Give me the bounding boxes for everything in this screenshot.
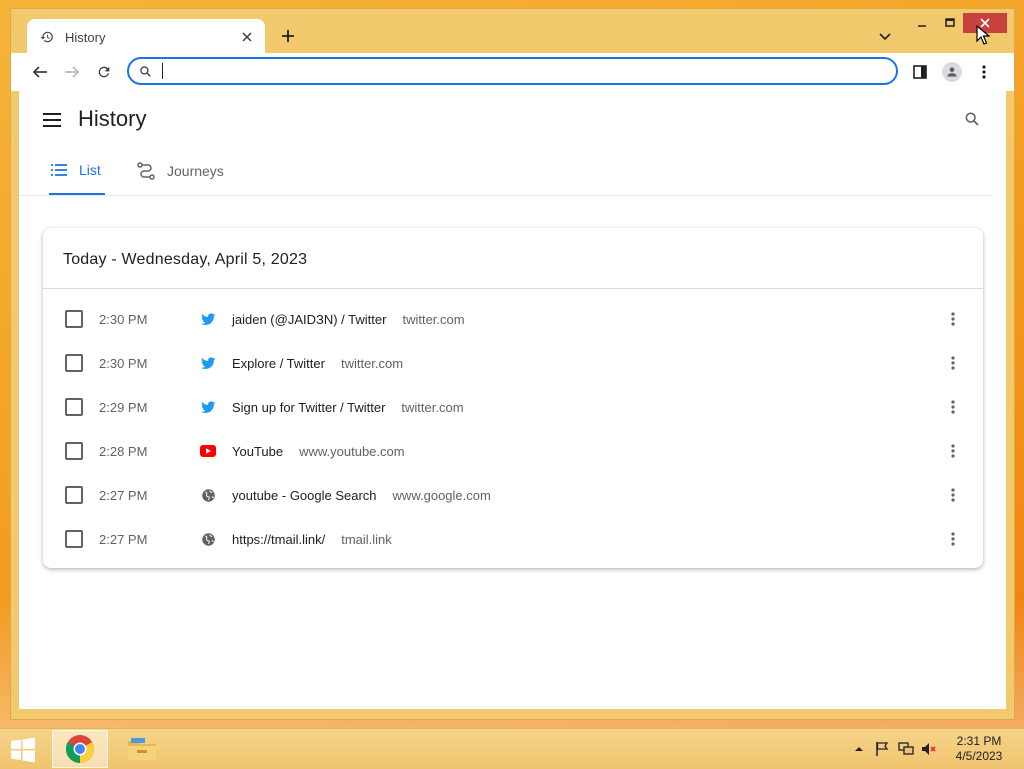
entry-title-link[interactable]: Explore / Twitter bbox=[232, 356, 325, 371]
entry-title-link[interactable]: Sign up for Twitter / Twitter bbox=[232, 400, 385, 415]
tab-journeys-label: Journeys bbox=[167, 163, 224, 179]
text-caret bbox=[162, 63, 163, 79]
entry-title-link[interactable]: https://tmail.link/ bbox=[232, 532, 325, 547]
visit-time: 2:29 PM bbox=[99, 399, 148, 415]
entry-domain: tmail.link bbox=[341, 531, 392, 547]
visit-time: 2:27 PM bbox=[99, 531, 148, 547]
row-checkbox[interactable] bbox=[65, 398, 83, 416]
divider bbox=[43, 288, 983, 289]
row-checkbox[interactable] bbox=[65, 442, 83, 460]
tab-history[interactable]: History bbox=[27, 19, 265, 55]
address-input[interactable] bbox=[173, 62, 896, 80]
minimize-button[interactable] bbox=[911, 13, 933, 33]
side-panel-icon[interactable] bbox=[909, 61, 931, 83]
twitter-icon bbox=[200, 399, 216, 415]
visit-time: 2:30 PM bbox=[99, 355, 148, 371]
visit-time: 2:30 PM bbox=[99, 311, 148, 327]
tab-title: History bbox=[65, 29, 106, 45]
history-entry: Sign up for Twitter / Twitter twitter.co… bbox=[232, 400, 464, 415]
browser-window: History History List Journeys Today - We… bbox=[10, 8, 1015, 720]
entry-domain: www.youtube.com bbox=[299, 443, 405, 459]
more-actions-icon[interactable] bbox=[941, 439, 965, 463]
entry-title-link[interactable]: jaiden (@JAIDЗN) / Twitter bbox=[232, 312, 386, 327]
list-icon bbox=[51, 164, 67, 176]
system-clock[interactable]: 2:31 PM 4/5/2023 bbox=[948, 734, 1010, 764]
history-row: 2:29 PM Sign up for Twitter / Twitter tw… bbox=[43, 385, 983, 429]
entry-domain: twitter.com bbox=[402, 311, 465, 327]
entry-domain: twitter.com bbox=[340, 355, 404, 371]
history-row: 2:30 PM Explore / Twitter twitter.com bbox=[43, 341, 983, 385]
globe-icon bbox=[200, 487, 216, 503]
history-entry: youtube - Google Search www.google.com bbox=[232, 488, 491, 503]
visit-time: 2:28 PM bbox=[99, 443, 148, 459]
youtube-icon bbox=[200, 443, 216, 459]
profile-button[interactable] bbox=[941, 61, 963, 83]
clock-date: 4/5/2023 bbox=[955, 749, 1003, 763]
history-tabs: List Journeys bbox=[19, 147, 993, 196]
row-checkbox[interactable] bbox=[65, 354, 83, 372]
windows-start-icon[interactable] bbox=[8, 737, 38, 763]
row-checkbox[interactable] bbox=[65, 530, 83, 548]
row-checkbox[interactable] bbox=[65, 310, 83, 328]
new-tab-button[interactable] bbox=[277, 25, 299, 47]
history-entry: Explore / Twitter twitter.com bbox=[232, 356, 403, 371]
search-icon bbox=[139, 65, 152, 78]
forward-button[interactable] bbox=[61, 61, 83, 83]
history-row: 2:27 PM youtube - Google Search www.goog… bbox=[43, 473, 983, 517]
history-icon bbox=[39, 29, 55, 45]
network-icon[interactable] bbox=[897, 740, 915, 758]
history-entry: https://tmail.link/ tmail.link bbox=[232, 532, 392, 547]
action-center-flag-icon[interactable] bbox=[873, 740, 891, 758]
hamburger-menu-icon[interactable] bbox=[41, 109, 63, 131]
history-row: 2:27 PM https://tmail.link/ tmail.link bbox=[43, 517, 983, 561]
globe-icon bbox=[200, 531, 216, 547]
back-button[interactable] bbox=[29, 61, 51, 83]
more-actions-icon[interactable] bbox=[941, 483, 965, 507]
history-row: 2:28 PM YouTube www.youtube.com bbox=[43, 429, 983, 473]
entry-domain: www.google.com bbox=[392, 487, 491, 503]
visit-time: 2:27 PM bbox=[99, 487, 148, 503]
twitter-icon bbox=[200, 355, 216, 371]
taskbar: 2:31 PM 4/5/2023 bbox=[0, 728, 1024, 769]
browser-menu-icon[interactable] bbox=[973, 61, 995, 83]
page-title: History bbox=[78, 106, 147, 131]
entry-title-link[interactable]: youtube - Google Search bbox=[232, 488, 377, 503]
more-actions-icon[interactable] bbox=[941, 351, 965, 375]
history-row: 2:30 PM jaiden (@JAIDЗN) / Twitter twitt… bbox=[43, 297, 983, 341]
entry-title-link[interactable]: YouTube bbox=[232, 444, 283, 459]
row-checkbox[interactable] bbox=[65, 486, 83, 504]
more-actions-icon[interactable] bbox=[941, 395, 965, 419]
search-history-icon[interactable] bbox=[961, 108, 983, 130]
history-entry: jaiden (@JAIDЗN) / Twitter twitter.com bbox=[232, 312, 465, 327]
more-actions-icon[interactable] bbox=[941, 527, 965, 551]
twitter-icon bbox=[200, 311, 216, 327]
title-bar: History bbox=[11, 9, 1014, 55]
close-tab-icon[interactable] bbox=[239, 29, 255, 45]
journeys-icon bbox=[137, 162, 155, 180]
volume-muted-icon[interactable] bbox=[920, 740, 938, 758]
browser-toolbar bbox=[11, 53, 1014, 91]
reload-button[interactable] bbox=[93, 61, 115, 83]
date-heading: Today - Wednesday, April 5, 2023 bbox=[63, 251, 308, 268]
tab-list-label: List bbox=[79, 162, 101, 178]
mouse-cursor-icon bbox=[976, 25, 990, 45]
maximize-button[interactable] bbox=[939, 13, 961, 33]
clock-time: 2:31 PM bbox=[956, 734, 1002, 748]
history-entry: YouTube www.youtube.com bbox=[232, 444, 405, 459]
entry-domain: twitter.com bbox=[401, 399, 464, 415]
more-actions-icon[interactable] bbox=[941, 307, 965, 331]
history-card: Today - Wednesday, April 5, 2023 2:30 PM… bbox=[43, 228, 983, 568]
page-header: History bbox=[19, 91, 1006, 147]
taskbar-chrome-icon[interactable] bbox=[52, 730, 108, 768]
history-page: History List Journeys Today - Wednesday,… bbox=[19, 91, 1006, 709]
taskbar-file-explorer-icon[interactable] bbox=[114, 730, 170, 768]
show-hidden-icons-icon[interactable] bbox=[850, 740, 868, 758]
address-bar[interactable] bbox=[127, 57, 898, 85]
tab-list[interactable]: List bbox=[49, 147, 105, 195]
profile-avatar-icon bbox=[942, 62, 962, 82]
tab-search-chevron-icon[interactable] bbox=[875, 27, 895, 47]
tab-journeys[interactable]: Journeys bbox=[137, 147, 224, 195]
